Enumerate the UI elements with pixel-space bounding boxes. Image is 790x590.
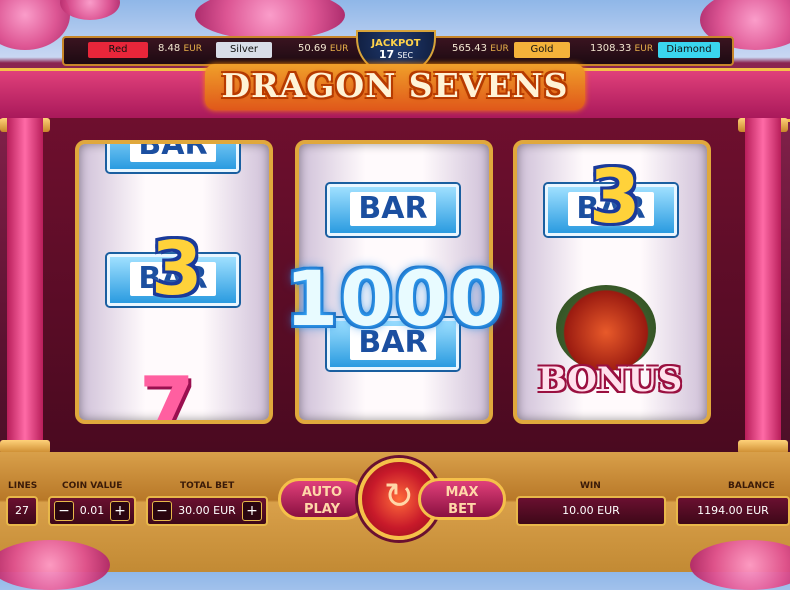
- coin-plus-button[interactable]: +: [110, 501, 130, 521]
- maxbet-label-line1: MAX: [445, 485, 479, 500]
- coin-value: 0.01: [79, 504, 105, 517]
- lines-value: 27: [6, 496, 38, 526]
- jackpot-silver-label: Silver: [216, 42, 272, 58]
- balance-value: 1194.00 EUR: [676, 496, 790, 526]
- blossom-decoration: [195, 0, 345, 40]
- multiplier-3-symbol: 3: [151, 226, 203, 312]
- spin-arrow-icon: ↻: [383, 476, 415, 517]
- win-value: 10.00 EUR: [516, 496, 666, 526]
- bet-minus-button[interactable]: −: [152, 501, 172, 521]
- bar-symbol: BAR: [327, 184, 459, 236]
- blossom-decoration: [0, 0, 70, 50]
- blossom-decoration: [0, 540, 110, 590]
- autoplay-button[interactable]: AUTO PLAY: [278, 478, 366, 520]
- coin-minus-button[interactable]: −: [54, 501, 74, 521]
- jackpot-diamond-amount: 1308.33 EUR: [590, 43, 654, 54]
- jackpot-red-label: Red: [88, 42, 148, 58]
- jackpot-silver-amount: 50.69 EUR: [298, 43, 349, 54]
- bonus-symbol: BONUS: [537, 360, 683, 400]
- jackpot-timer-value: 17 SEC: [378, 48, 414, 61]
- max-bet-button[interactable]: MAX BET: [418, 478, 506, 520]
- jackpot-gold-label: Gold: [514, 42, 570, 58]
- autoplay-label-line2: PLAY: [303, 502, 341, 517]
- lines-label: LINES: [8, 481, 38, 491]
- reel-1: BAR BAR 3 7: [75, 140, 273, 424]
- balance-label: BALANCE: [728, 481, 775, 491]
- autoplay-label-line1: AUTO: [301, 485, 343, 500]
- multiplier-3-symbol: 3: [589, 154, 641, 240]
- coin-value-box: − 0.01 +: [48, 496, 136, 526]
- win-label: WIN: [580, 481, 601, 491]
- dragon-mask-icon: [556, 285, 656, 371]
- jackpot-diamond-label: Diamond: [658, 42, 720, 58]
- coin-value-label: COIN VALUE: [62, 481, 123, 491]
- jackpot-timer-label: JACKPOT: [371, 38, 421, 49]
- jackpot-gold-amount: 565.43 EUR: [452, 43, 509, 54]
- seven-symbol: 7: [139, 360, 195, 424]
- right-pillar: [745, 118, 781, 456]
- maxbet-label-line2: BET: [448, 502, 476, 517]
- total-bet-box: − 30.00 EUR +: [146, 496, 268, 526]
- bet-plus-button[interactable]: +: [242, 501, 262, 521]
- jackpot-red-amount: 8.48 EUR: [158, 43, 202, 54]
- blossom-decoration: [690, 540, 790, 590]
- total-bet-value: 30.00 EUR: [178, 504, 236, 517]
- game-title: DRAGON SEVENS: [221, 66, 569, 105]
- bar-symbol: BAR: [107, 144, 239, 172]
- total-bet-label: TOTAL BET: [180, 481, 235, 491]
- left-pillar: [7, 118, 43, 456]
- win-amount-overlay: 1000: [285, 254, 505, 343]
